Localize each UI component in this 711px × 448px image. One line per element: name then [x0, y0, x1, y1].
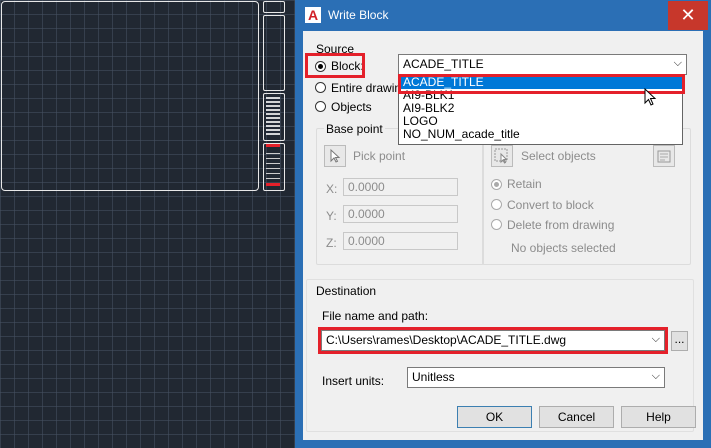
block-name-value: ACADE_TITLE	[403, 57, 484, 71]
dialog-body: Source Block: Entire drawing Objects ACA…	[303, 31, 703, 440]
y-field: 0.0000	[343, 205, 458, 223]
title-strip-cell	[263, 1, 285, 13]
autocad-app-icon: A	[305, 7, 321, 23]
ok-button[interactable]: OK	[457, 406, 532, 428]
title-bar[interactable]: A Write Block ✕	[295, 0, 711, 31]
select-objects-button	[491, 145, 513, 167]
delete-from-drawing-radio	[491, 219, 502, 230]
select-objects-icon	[494, 148, 508, 164]
chevron-down-icon: ⌵	[651, 370, 660, 382]
select-objects-label: Select objects	[521, 149, 596, 163]
help-button[interactable]: Help	[621, 406, 696, 428]
drawing-canvas[interactable]	[0, 0, 295, 448]
title-strip-cell	[263, 15, 285, 91]
file-path-value: C:\Users\rames\Desktop\ACADE_TITLE.dwg	[326, 333, 567, 347]
pick-point-button[interactable]	[324, 145, 346, 167]
source-legend: Source	[316, 42, 355, 56]
file-name-label: File name and path:	[322, 309, 429, 323]
cancel-button[interactable]: Cancel	[539, 406, 614, 428]
quick-select-button	[653, 145, 675, 167]
list-item[interactable]: AI9-BLK2	[400, 102, 684, 115]
selection-status: No objects selected	[511, 241, 616, 255]
quick-select-icon	[657, 150, 671, 163]
title-block-border	[1, 1, 259, 191]
z-field: 0.0000	[343, 232, 458, 250]
entire-drawing-label[interactable]: Entire drawing	[331, 81, 408, 95]
list-item[interactable]: NO_NUM_acade_title	[400, 128, 684, 141]
x-label: X:	[326, 182, 338, 196]
pick-point-icon	[330, 148, 341, 163]
chevron-down-icon: ⌵	[673, 57, 682, 69]
objects-radio-label[interactable]: Objects	[331, 100, 372, 114]
base-point-legend: Base point	[324, 122, 385, 136]
block-radio[interactable]	[315, 61, 326, 72]
x-field: 0.0000	[343, 178, 458, 196]
z-label: Z:	[326, 236, 337, 250]
convert-to-block-label: Convert to block	[507, 198, 594, 212]
dialog-title: Write Block	[328, 8, 389, 22]
convert-to-block-radio	[491, 199, 502, 210]
insert-units-combo[interactable]: Unitless ⌵	[407, 367, 665, 388]
y-label: Y:	[326, 209, 337, 223]
chevron-down-icon: ⌵	[651, 333, 660, 345]
title-strip	[263, 1, 285, 191]
vendor-logo	[266, 97, 280, 135]
destination-legend: Destination	[316, 284, 377, 298]
block-radio-label[interactable]: Block:	[331, 59, 364, 73]
block-name-combo[interactable]: ACADE_TITLE ⌵	[398, 54, 687, 75]
file-path-combo[interactable]: C:\Users\rames\Desktop\ACADE_TITLE.dwg ⌵	[321, 330, 665, 351]
retain-radio	[491, 179, 502, 190]
title-strip-accent	[266, 144, 280, 147]
block-name-dropdown-list[interactable]: ACADE_TITLE AI9-BLK1 AI9-BLK2 LOGO NO_NU…	[398, 74, 684, 145]
pick-point-label: Pick point	[353, 149, 406, 163]
close-button[interactable]: ✕	[668, 1, 708, 30]
mouse-cursor-icon	[644, 88, 657, 106]
insert-units-value: Unitless	[412, 370, 455, 384]
delete-from-drawing-label: Delete from drawing	[507, 218, 615, 232]
write-block-dialog: A Write Block ✕ Source Block: Entire dra…	[295, 0, 711, 448]
retain-label: Retain	[507, 177, 542, 191]
objects-radio[interactable]	[315, 101, 326, 112]
browse-button[interactable]: ...	[671, 331, 688, 351]
entire-drawing-radio[interactable]	[315, 82, 326, 93]
title-strip-accent	[266, 183, 280, 186]
insert-units-label: Insert units:	[322, 374, 385, 388]
title-strip-lines	[266, 149, 280, 179]
